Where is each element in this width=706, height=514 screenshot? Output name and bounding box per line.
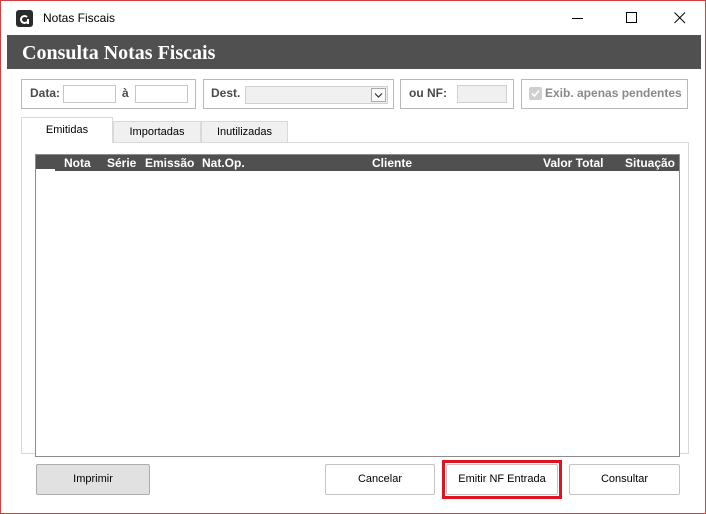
- col-valor-total[interactable]: Valor Total: [543, 156, 603, 170]
- page-header: Consulta Notas Fiscais: [7, 35, 701, 69]
- dest-label: Dest.: [211, 86, 241, 100]
- consult-button[interactable]: Consultar: [569, 464, 680, 495]
- dest-select[interactable]: [245, 86, 388, 104]
- checkmark-icon: [531, 89, 540, 98]
- grid-corner: [36, 155, 55, 171]
- pending-checkbox[interactable]: [529, 87, 542, 100]
- print-button[interactable]: Imprimir: [36, 464, 150, 495]
- nf-filter-group: ou NF:: [400, 79, 514, 109]
- minimize-button[interactable]: [555, 1, 601, 35]
- dest-filter-group: Dest.: [203, 79, 394, 109]
- date-range-separator: à: [122, 86, 129, 100]
- nf-input[interactable]: [457, 85, 507, 103]
- app-logo-icon: [16, 10, 33, 27]
- col-situacao[interactable]: Situação: [625, 156, 675, 170]
- title-bar[interactable]: Notas Fiscais: [1, 1, 705, 35]
- close-button[interactable]: [657, 1, 703, 35]
- pending-filter-group: Exib. apenas pendentes: [521, 79, 688, 109]
- nf-label: ou NF:: [409, 86, 447, 100]
- col-nat-op[interactable]: Nat.Op.: [202, 156, 245, 170]
- tab-inutilizadas[interactable]: Inutilizadas: [201, 121, 288, 142]
- notas-grid[interactable]: Nota Série Emissão Nat.Op. Cliente Valor…: [35, 154, 680, 457]
- col-cliente[interactable]: Cliente: [372, 156, 412, 170]
- emit-nf-entrada-button[interactable]: Emitir NF Entrada: [446, 464, 558, 495]
- maximize-button[interactable]: [609, 1, 655, 35]
- grid-header: Nota Série Emissão Nat.Op. Cliente Valor…: [36, 155, 679, 171]
- col-serie[interactable]: Série: [107, 156, 136, 170]
- date-filter-group: Data: à: [21, 79, 196, 109]
- cancel-button[interactable]: Cancelar: [325, 464, 435, 495]
- date-label: Data:: [30, 86, 61, 100]
- minimize-icon: [572, 18, 583, 19]
- tab-emitidas[interactable]: Emitidas: [21, 117, 113, 143]
- window-title: Notas Fiscais: [43, 11, 116, 25]
- page-title: Consulta Notas Fiscais: [22, 42, 216, 64]
- tab-importadas[interactable]: Importadas: [113, 121, 201, 142]
- chevron-down-icon: [374, 93, 383, 98]
- pending-label: Exib. apenas pendentes: [545, 86, 682, 100]
- col-emissao[interactable]: Emissão: [145, 156, 194, 170]
- main-window: Notas Fiscais Consulta Notas Fiscais Dat…: [0, 0, 706, 514]
- dest-dropdown-button[interactable]: [371, 88, 386, 102]
- col-nota[interactable]: Nota: [64, 156, 91, 170]
- tab-strip: Emitidas Importadas Inutilizadas: [21, 117, 321, 143]
- date-from-input[interactable]: [63, 85, 116, 103]
- close-icon: [674, 12, 686, 24]
- maximize-icon: [626, 12, 637, 23]
- date-to-input[interactable]: [135, 85, 188, 103]
